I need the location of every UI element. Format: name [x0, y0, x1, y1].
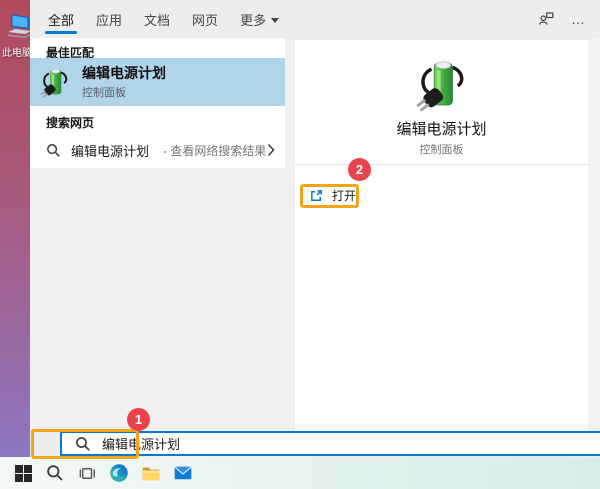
results-panel-empty-area [30, 168, 285, 431]
chevron-right-icon[interactable] [267, 143, 275, 157]
start-button[interactable] [7, 457, 39, 489]
tab-apps[interactable]: 应用 [96, 0, 122, 38]
search-filter-tabs: 全部 应用 文档 网页 更多 … [30, 0, 600, 38]
taskbar-edge-button[interactable] [103, 457, 135, 489]
right-margin-strip [588, 38, 600, 431]
open-icon [311, 190, 322, 201]
tab-web[interactable]: 网页 [192, 0, 218, 38]
taskbar-search-button[interactable] [39, 457, 71, 489]
search-web-header: 搜索网页 [46, 116, 95, 130]
search-icon [76, 436, 90, 451]
open-label: 打开 [332, 189, 357, 203]
panel-divider-strip [285, 38, 295, 431]
this-pc-label: 此电脑 [2, 48, 30, 59]
this-pc-icon[interactable] [5, 12, 31, 42]
tab-apps-label: 应用 [96, 12, 123, 28]
desktop-wallpaper: 此电脑 [0, 0, 31, 457]
tab-documents[interactable]: 文档 [144, 0, 170, 38]
power-plan-icon-large [414, 59, 464, 112]
web-search-query: 编辑电源计划 [71, 143, 150, 159]
web-search-hint: - 查看网络搜索结果 [163, 143, 267, 158]
task-view-button[interactable] [71, 457, 103, 489]
windows-logo-icon [14, 464, 32, 482]
open-action[interactable]: 打开 [309, 187, 356, 204]
search-input-value: 编辑电源计划 [102, 437, 181, 452]
mail-button[interactable] [167, 457, 199, 489]
tab-all[interactable]: 全部 [44, 0, 78, 38]
edge-browser-icon [110, 464, 128, 482]
taskbar [0, 457, 600, 489]
preview-subtitle: 控制面板 [419, 144, 464, 156]
search-input[interactable]: 编辑电源计划 [60, 431, 600, 456]
web-search-result[interactable]: 编辑电源计划 - 查看网络搜索结果 [30, 134, 285, 166]
mail-icon [174, 466, 192, 480]
more-options-icon[interactable]: … [571, 12, 586, 26]
task-view-icon [79, 467, 95, 479]
power-plan-icon [39, 68, 68, 98]
search-icon [47, 143, 61, 157]
tab-web-label: 网页 [192, 12, 219, 28]
preview-divider [295, 164, 588, 165]
file-explorer-button[interactable] [135, 457, 167, 489]
search-flyout: 全部 应用 文档 网页 更多 … 最佳匹配 编辑电源计划 控制面板 搜索网页 编… [30, 0, 600, 457]
preview-pane: 编辑电源计划 控制面板 打开 [295, 40, 588, 431]
windows-search-screen: 此电脑 全部 应用 文档 网页 更多 … 最佳匹配 编辑电源计划 控制面板 搜索… [0, 0, 600, 489]
best-match-title: 编辑电源计划 [82, 64, 166, 81]
file-explorer-icon [142, 467, 160, 481]
tab-documents-label: 文档 [144, 12, 171, 28]
tab-more-label: 更多 [240, 12, 267, 28]
preview-title: 编辑电源计划 [396, 121, 487, 138]
chevron-down-icon [271, 17, 280, 23]
tab-more[interactable]: 更多 [240, 0, 280, 38]
best-match-subtitle: 控制面板 [82, 86, 126, 99]
search-icon [47, 465, 63, 481]
tab-all-label: 全部 [48, 12, 75, 28]
best-match-result[interactable]: 编辑电源计划 控制面板 [30, 58, 285, 106]
feedback-icon[interactable] [537, 10, 555, 28]
